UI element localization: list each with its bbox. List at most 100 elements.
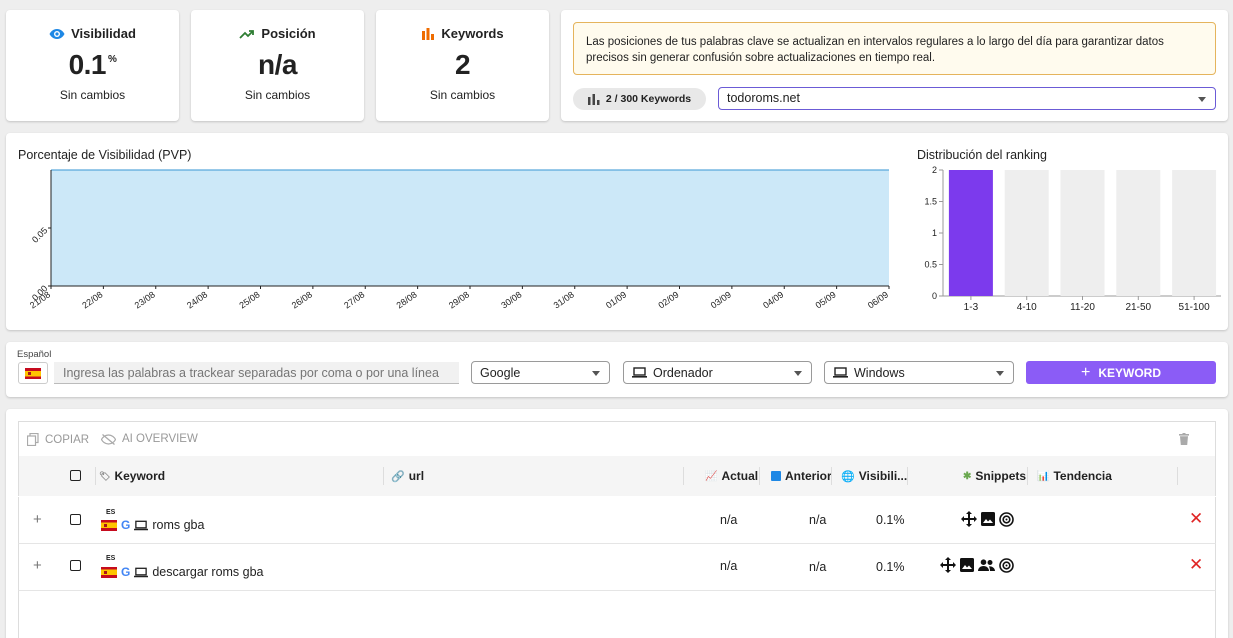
anterior-value: n/a (809, 560, 827, 574)
x-tick-label: 06/09 (866, 289, 890, 310)
column-visibility[interactable]: 🌐 Visibili... (841, 469, 907, 483)
x-tick-label: 30/08 (499, 289, 523, 310)
eye-off-icon (101, 433, 116, 445)
chevron-down-icon (592, 371, 600, 376)
position-card: Posición n/a Sin cambios (191, 10, 364, 121)
domain-select[interactable]: todoroms.net (718, 87, 1216, 110)
search-engine-select[interactable]: Google (471, 361, 610, 384)
table-empty-area (18, 591, 1216, 638)
expand-icon[interactable]: + (33, 511, 42, 528)
image-icon (960, 558, 974, 572)
keywords-title: Keywords (376, 26, 549, 41)
snippets-cell (961, 511, 1014, 527)
column-keyword[interactable]: 🏷 Keyword (99, 469, 165, 483)
move-icon (961, 511, 977, 527)
y-tick-label: 0 (932, 291, 937, 301)
x-tick-label: 05/09 (814, 289, 838, 310)
position-change: Sin cambios (244, 88, 311, 102)
bar-background (1116, 170, 1161, 296)
link-icon: 🔗 (391, 470, 405, 483)
move-icon (940, 557, 956, 573)
tag-icon: 🏷 (99, 470, 111, 481)
x-tick-label: 02/09 (656, 289, 680, 310)
bar-chart-icon (422, 27, 435, 40)
x-tick-label: 4-10 (1017, 302, 1037, 313)
visibility-title: Visibilidad (6, 26, 179, 41)
table-row: + ES G descargar roms gba n/a n/a 0.1% ✕ (18, 544, 1216, 591)
trash-icon[interactable] (1179, 433, 1189, 445)
table-header: 🏷 Keyword 🔗 url 📈 Actual Anterior 🌐 Visi… (18, 456, 1216, 496)
keywords-change: Sin cambios (429, 88, 496, 102)
image-icon (981, 512, 995, 526)
spain-flag-icon (101, 566, 117, 578)
copy-button[interactable]: COPIAR (27, 433, 89, 446)
x-tick-label: 29/08 (447, 289, 471, 310)
keyword-text: descargar roms gba (152, 565, 264, 579)
language-select[interactable] (18, 362, 48, 384)
x-tick-label: 51-100 (1179, 302, 1211, 313)
x-tick-label: 26/08 (290, 289, 314, 310)
add-keyword-button[interactable]: + KEYWORD (1026, 361, 1216, 384)
x-tick-label: 21-50 (1126, 302, 1152, 313)
row-checkbox[interactable] (70, 560, 81, 571)
disc-icon (999, 511, 1014, 527)
column-url[interactable]: 🔗 url (391, 469, 424, 483)
y-tick-label: 1.5 (924, 197, 937, 207)
x-tick-label: 23/08 (133, 289, 157, 310)
x-tick-label: 27/08 (342, 289, 366, 310)
y-tick-label: 0.5 (924, 260, 937, 270)
os-select[interactable]: Windows (824, 361, 1014, 384)
snippets-cell (940, 557, 1014, 573)
actual-value: n/a (720, 513, 738, 527)
delete-icon[interactable]: ✕ (1189, 509, 1203, 529)
column-actual[interactable]: 📈 Actual (705, 469, 758, 483)
copy-icon (27, 433, 39, 446)
spain-flag-icon (25, 367, 41, 379)
device-select[interactable]: Ordenador (623, 361, 812, 384)
select-all-checkbox[interactable] (70, 470, 81, 481)
laptop-icon (632, 367, 647, 378)
laptop-icon (134, 567, 149, 577)
chevron-down-icon (794, 371, 802, 376)
country-code: ES (106, 509, 116, 516)
x-tick-label: 31/08 (552, 289, 576, 310)
chevron-down-icon (996, 371, 1004, 376)
delete-icon[interactable]: ✕ (1189, 555, 1203, 575)
row-checkbox[interactable] (70, 514, 81, 525)
keyword-input[interactable] (54, 362, 459, 384)
visibility-change: Sin cambios (59, 88, 126, 102)
x-tick-label: 1-3 (964, 302, 979, 313)
info-card: Las posiciones de tus palabras clave se … (561, 10, 1228, 121)
visibility-area-chart: 0.050.0021/08 22/08 23/08 24/08 25/08 26/08 27… (28, 169, 890, 311)
x-tick-label: 22/08 (80, 289, 104, 310)
ranking-bar (948, 170, 993, 296)
country-code: ES (106, 555, 116, 562)
plus-icon: + (1080, 363, 1091, 381)
bar-background (1004, 170, 1049, 296)
eye-icon (49, 28, 65, 39)
x-tick-label: 25/08 (237, 289, 261, 310)
language-label: Español (17, 349, 52, 360)
visibility-value: 0.1% (68, 49, 117, 80)
actual-value: n/a (720, 559, 738, 573)
visibility-value: 0.1% (876, 560, 905, 574)
table-toolbar: COPIAR AI OVERVIEW (18, 421, 1216, 456)
visibility-area (51, 170, 889, 286)
x-tick-label: 03/09 (709, 289, 733, 310)
back-icon (771, 471, 781, 481)
expand-icon[interactable]: + (33, 557, 42, 574)
column-trend[interactable]: 📊 Tendencia (1037, 469, 1112, 483)
ranking-bar-chart: 2 1.5 1 0.5 0 1-3 4-10 11-20 21-50 51-100 (924, 165, 1221, 313)
x-tick-label: 28/08 (395, 289, 419, 310)
bar-chart-icon (587, 93, 600, 105)
ai-overview-button[interactable]: AI OVERVIEW (101, 433, 198, 445)
charts-card: Porcentaje de Visibilidad (PVP) 0.05 0.00… (6, 133, 1228, 330)
position-value: n/a (258, 49, 297, 80)
disc-icon (999, 557, 1014, 573)
x-tick-label: 24/08 (185, 289, 209, 310)
trending-up-icon (239, 29, 255, 39)
visibility-unit: % (108, 54, 117, 65)
keyword-count-badge: 2 / 300 Keywords (573, 88, 706, 110)
column-anterior[interactable]: Anterior (771, 469, 832, 483)
column-snippets[interactable]: ✱ Snippets (963, 469, 1026, 483)
